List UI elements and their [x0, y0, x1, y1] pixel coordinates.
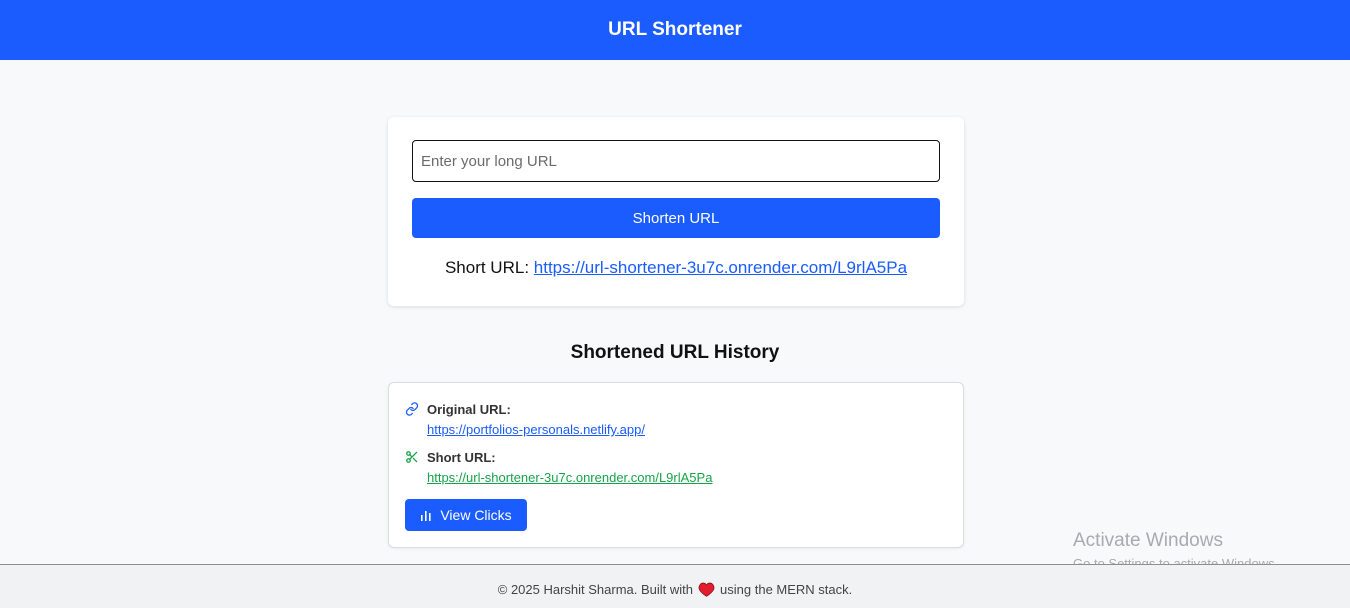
- short-url-label: Short URL:: [427, 450, 496, 465]
- original-url-link[interactable]: https://portfolios-personals.netlify.app…: [427, 422, 645, 437]
- shorten-url-button[interactable]: Shorten URL: [412, 198, 940, 238]
- short-url-result-label: Short URL:: [444, 258, 530, 277]
- footer-text-before: © 2025 Harshit Sharma. Built with: [497, 582, 694, 597]
- view-clicks-button[interactable]: View Clicks: [405, 499, 527, 531]
- scissors-icon: [406, 451, 418, 463]
- long-url-input[interactable]: [412, 140, 940, 182]
- heart-icon: [698, 582, 715, 597]
- bar-chart-icon: [421, 511, 431, 521]
- history-item: Original URL: https://portfolios-persona…: [388, 382, 964, 548]
- activate-windows-title: Activate Windows: [1073, 530, 1223, 551]
- view-clicks-label: View Clicks: [440, 507, 512, 523]
- navbar: URL Shortener: [0, 0, 1350, 60]
- short-url-result-link[interactable]: https://url-shortener-3u7c.onrender.com/…: [534, 258, 907, 277]
- history-title: Shortened URL History: [570, 342, 780, 363]
- shorten-card: Shorten URL Short URL: https://url-short…: [388, 117, 964, 306]
- footer: © 2025 Harshit Sharma. Built with using …: [0, 564, 1350, 608]
- short-url-result: Short URL: https://url-shortener-3u7c.on…: [388, 258, 964, 278]
- original-url-label: Original URL:: [427, 402, 511, 417]
- link-icon: [405, 402, 419, 416]
- app-title: URL Shortener: [608, 19, 742, 40]
- short-url-link[interactable]: https://url-shortener-3u7c.onrender.com/…: [427, 470, 712, 485]
- footer-text-after: using the MERN stack.: [720, 582, 853, 597]
